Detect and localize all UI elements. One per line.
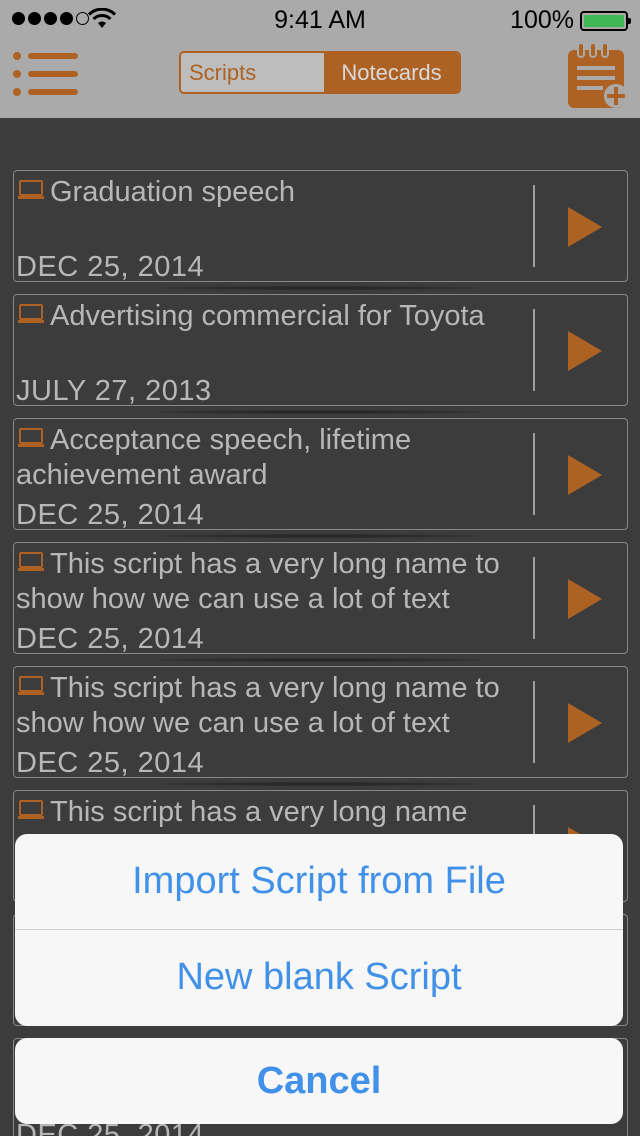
new-blank-script-button[interactable]: New blank Script [15,930,623,1025]
cancel-button[interactable]: Cancel [15,1038,623,1124]
import-script-button[interactable]: Import Script from File [15,834,623,929]
action-sheet: Import Script from File New blank Script [15,834,623,1026]
